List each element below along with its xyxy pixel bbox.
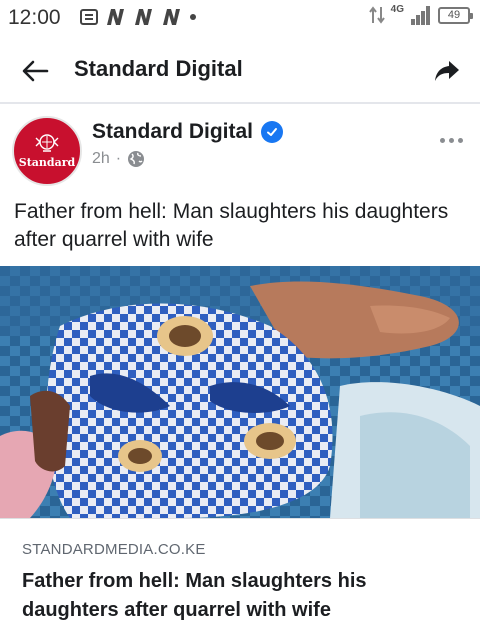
- dot-icon: [190, 14, 196, 20]
- n-notification-icon: [135, 9, 152, 25]
- avatar[interactable]: Standard: [12, 116, 82, 186]
- app-header: Standard Digital: [0, 36, 480, 104]
- signal-icon: [411, 6, 430, 25]
- verified-badge-icon: [261, 121, 284, 143]
- link-domain: STANDARDMEDIA.CO.KE: [22, 541, 206, 558]
- post-header: Standard Standard Digital 2h ·: [0, 106, 480, 192]
- battery-level: 49: [447, 8, 461, 21]
- dot: [457, 137, 463, 143]
- n-notification-icon: [163, 9, 180, 25]
- globe-icon: [128, 151, 145, 167]
- share-button[interactable]: [430, 54, 464, 88]
- meta-separator: ·: [115, 150, 122, 167]
- avatar-logo-text: Standard: [18, 155, 76, 169]
- dot: [448, 137, 454, 143]
- status-right: 4G 49: [368, 3, 473, 25]
- arrow-left-icon: [22, 60, 49, 82]
- battery-icon: 49: [438, 6, 473, 24]
- link-preview[interactable]: STANDARDMEDIA.CO.KE Father from hell: Ma…: [0, 518, 480, 628]
- link-title[interactable]: Father from hell: Man slaughters his dau…: [22, 567, 462, 625]
- network-type: 4G: [390, 3, 404, 15]
- share-arrow-icon: [435, 61, 459, 81]
- data-transfer-icon: [368, 6, 385, 24]
- status-time: 12:00: [8, 6, 61, 29]
- back-button[interactable]: [18, 54, 52, 88]
- post-image[interactable]: [0, 266, 480, 518]
- post-text: Father from hell: Man slaughters his dau…: [14, 200, 449, 251]
- notification-icons: [80, 7, 198, 27]
- crest-icon: [35, 133, 59, 152]
- post-meta: 2h ·: [92, 150, 145, 168]
- status-bar: 12:00 4G 49: [0, 0, 480, 36]
- dot: [439, 137, 445, 143]
- page-name[interactable]: Standard Digital: [92, 120, 253, 144]
- n-notification-icon: [107, 9, 124, 25]
- message-icon: [80, 9, 98, 25]
- header-title: Standard Digital: [74, 56, 243, 81]
- more-options-button[interactable]: [436, 130, 466, 150]
- post-photo: [0, 266, 480, 518]
- post-time[interactable]: 2h: [92, 150, 110, 168]
- page-name-row: Standard Digital: [92, 120, 284, 144]
